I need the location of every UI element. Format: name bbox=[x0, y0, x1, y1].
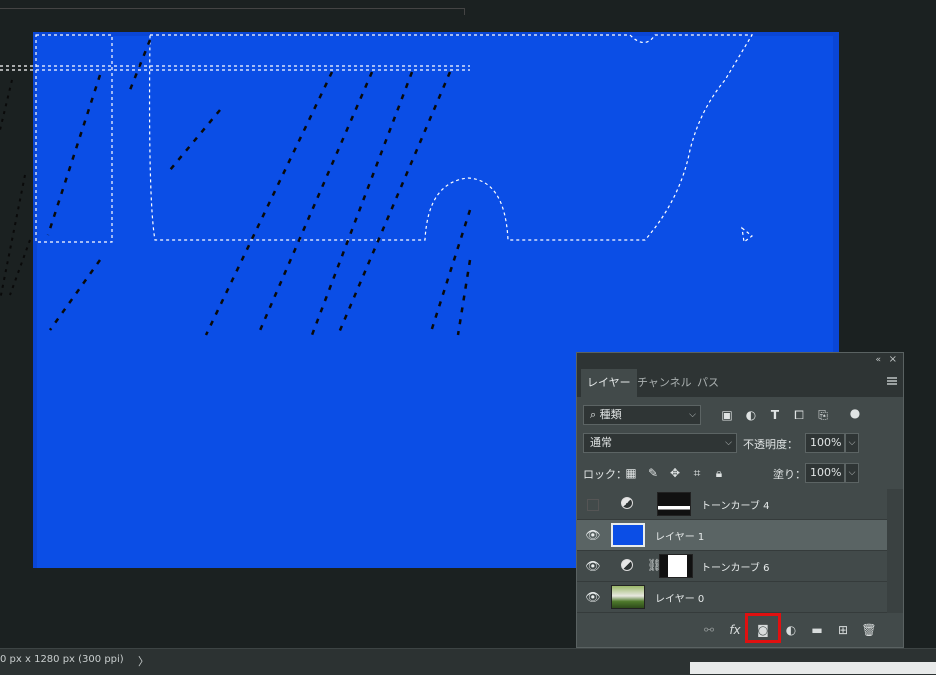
eye-icon[interactable]: 👁︎ bbox=[585, 528, 601, 542]
layer-row-tone-curve-6[interactable]: 👁︎ ⛓ トーンカーブ 6 bbox=[577, 551, 889, 582]
lock-artboard-icon[interactable]: ⌗ bbox=[689, 465, 705, 481]
panel-footer: ⚯ fx ◙ ◐ ▬ ⊞ 🗑︎ bbox=[577, 613, 903, 645]
layer-thumbnail[interactable] bbox=[611, 523, 645, 547]
opacity-input[interactable]: 100% bbox=[805, 433, 845, 453]
collapse-panel-icon[interactable]: « bbox=[875, 355, 881, 365]
layer-name[interactable]: レイヤー 0 bbox=[655, 590, 704, 605]
image-filter-icon[interactable]: ▣ bbox=[719, 407, 735, 423]
layer-mask-thumbnail[interactable] bbox=[657, 492, 691, 516]
lock-transparent-icon[interactable]: ▦ bbox=[623, 465, 639, 481]
filter-row: ⌕ 種類 ⌵ ▣ ◐ T ⧠ ⎘ ● bbox=[577, 405, 903, 427]
panel-title-bar: « × bbox=[577, 353, 903, 369]
guide-line bbox=[0, 8, 465, 15]
layer-filter-select[interactable]: ⌕ 種類 ⌵ bbox=[583, 405, 701, 425]
type-filter-icon[interactable]: T bbox=[767, 407, 783, 423]
layer-row-tone-curve-4[interactable]: トーンカーブ 4 bbox=[577, 489, 889, 520]
lock-label: ロック： bbox=[583, 468, 627, 481]
tab-channels[interactable]: チャンネル bbox=[631, 369, 698, 397]
layer-row-layer-1[interactable]: 👁︎ レイヤー 1 bbox=[577, 520, 889, 551]
new-layer-icon[interactable]: ⊞ bbox=[835, 622, 851, 638]
layers-panel: « × レイヤー チャンネル パス ⌕ 種類 ⌵ ▣ ◐ T ⧠ ⎘ ● 通常 … bbox=[576, 352, 904, 648]
lock-paint-icon[interactable]: ✎ bbox=[645, 465, 661, 481]
layer-mask-thumbnail[interactable] bbox=[659, 554, 693, 578]
fill-chevron-icon[interactable]: ⌵ bbox=[845, 463, 859, 483]
lock-all-icon[interactable]: 🔒︎ bbox=[711, 465, 727, 481]
blend-mode-value: 通常 bbox=[590, 436, 612, 449]
fx-icon[interactable]: fx bbox=[727, 622, 743, 638]
filter-kind-label: 種類 bbox=[599, 408, 622, 421]
close-panel-icon[interactable]: × bbox=[889, 354, 897, 365]
layer-list-scrollbar[interactable] bbox=[887, 489, 903, 613]
document-info: 0 px x 1280 px (300 ppi) bbox=[0, 654, 124, 665]
layer-name[interactable]: トーンカーブ 6 bbox=[701, 559, 769, 574]
layer-thumbnail[interactable] bbox=[611, 585, 645, 609]
fill-input[interactable]: 100% bbox=[805, 463, 845, 483]
panel-tabs: レイヤー チャンネル パス bbox=[577, 369, 903, 397]
lock-position-icon[interactable]: ✥ bbox=[667, 465, 683, 481]
filter-toggle-icon[interactable]: ● bbox=[847, 405, 863, 421]
eye-icon[interactable]: 👁︎ bbox=[585, 559, 601, 573]
chevron-down-icon: ⌵ bbox=[725, 438, 732, 448]
chevron-down-icon: ⌵ bbox=[689, 410, 696, 420]
new-group-icon[interactable]: ▬ bbox=[809, 622, 825, 638]
new-adjustment-icon[interactable]: ◐ bbox=[783, 622, 799, 638]
tab-layers[interactable]: レイヤー bbox=[581, 369, 637, 397]
status-bar-right bbox=[690, 662, 936, 674]
lock-row: ロック： ▦ ✎ ✥ ⌗ 🔒︎ 塗り： 100% ⌵ bbox=[577, 463, 903, 485]
tab-paths[interactable]: パス bbox=[691, 369, 725, 397]
opacity-chevron-icon[interactable]: ⌵ bbox=[845, 433, 859, 453]
panel-menu-icon[interactable] bbox=[887, 377, 897, 385]
adjustment-layer-icon bbox=[621, 497, 633, 509]
visibility-off-icon[interactable] bbox=[587, 499, 599, 511]
shape-filter-icon[interactable]: ⧠ bbox=[791, 407, 807, 423]
layer-name[interactable]: レイヤー 1 bbox=[655, 528, 704, 543]
opacity-label: 不透明度： bbox=[743, 438, 798, 451]
status-arrow-icon[interactable]: 〉 bbox=[138, 653, 149, 669]
adjustment-layer-icon bbox=[621, 559, 633, 571]
delete-layer-icon[interactable]: 🗑︎ bbox=[861, 622, 877, 638]
layer-row-layer-0[interactable]: 👁︎ レイヤー 0 bbox=[577, 582, 889, 613]
layer-name[interactable]: トーンカーブ 4 bbox=[701, 497, 769, 512]
blend-row: 通常 ⌵ 不透明度： 100% ⌵ bbox=[577, 433, 903, 455]
link-layers-icon[interactable]: ⚯ bbox=[701, 622, 717, 638]
smart-object-filter-icon[interactable]: ⎘ bbox=[815, 407, 831, 423]
eye-icon[interactable]: 👁︎ bbox=[585, 590, 601, 604]
blend-mode-select[interactable]: 通常 ⌵ bbox=[583, 433, 737, 453]
fill-label: 塗り： bbox=[773, 468, 806, 481]
search-icon: ⌕ bbox=[590, 408, 597, 421]
adjustment-filter-icon[interactable]: ◐ bbox=[743, 407, 759, 423]
highlight-annotation bbox=[745, 613, 781, 643]
layer-list: トーンカーブ 4 👁︎ レイヤー 1 👁︎ ⛓ トーンカーブ 6 👁︎ レイヤー… bbox=[577, 489, 889, 613]
